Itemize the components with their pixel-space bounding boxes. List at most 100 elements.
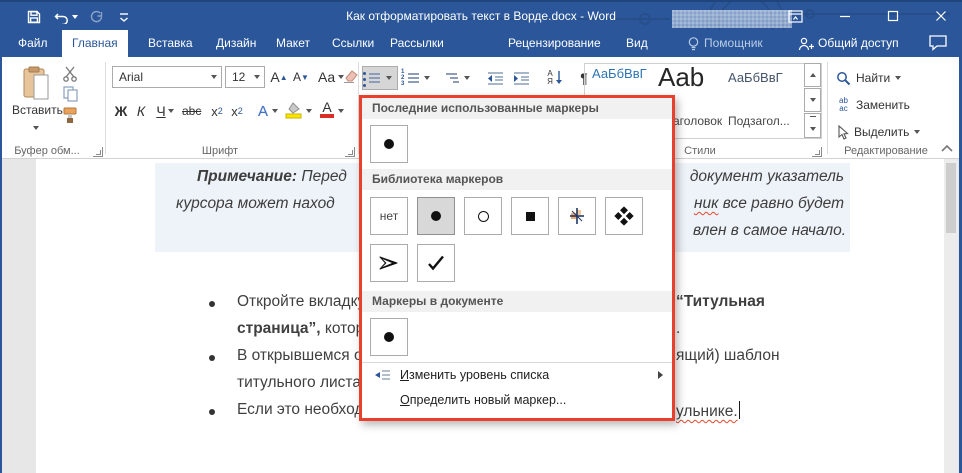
bullet-none[interactable]: нет — [370, 197, 408, 235]
italic-button[interactable]: К — [132, 100, 150, 122]
tab-assistant[interactable]: Помощник — [684, 30, 773, 57]
tab-view[interactable]: Вид — [616, 30, 658, 57]
chevron-down-icon — [254, 75, 260, 79]
tab-review[interactable]: Рецензирование — [498, 30, 611, 57]
highlight-arrow[interactable] — [306, 109, 312, 113]
comment-icon[interactable] — [928, 34, 948, 51]
increase-indent-button[interactable] — [510, 66, 532, 90]
document-bullet-filled-circle[interactable] — [370, 318, 408, 356]
list-item-1-left: Откройте вкладку — [237, 293, 366, 310]
styles-scroll-down[interactable] — [804, 88, 821, 112]
minimize-button[interactable] — [828, 2, 862, 30]
superscript-button[interactable]: х2 — [228, 100, 246, 122]
share-button[interactable]: Общий доступ — [796, 30, 909, 57]
list-bullet-1 — [209, 301, 215, 307]
multilevel-list-button[interactable] — [440, 66, 476, 90]
bold-button[interactable]: Ж — [112, 100, 130, 122]
bullets-button[interactable] — [362, 66, 398, 90]
arrowhead-bullet-icon — [379, 256, 398, 270]
tab-mailings[interactable]: Рассылки — [380, 30, 454, 57]
text-cursor — [738, 401, 741, 419]
bullet-list-icon — [362, 71, 380, 87]
collapse-ribbon-button[interactable] — [940, 143, 954, 153]
change-list-level-item[interactable]: Изменить уровень списка — [362, 363, 672, 388]
font-color-arrow[interactable] — [338, 109, 344, 113]
blurred-account-name — [672, 10, 792, 28]
font-dialog-launcher[interactable] — [345, 147, 355, 157]
customize-quick-access-icon[interactable] — [112, 7, 136, 27]
styles-dialog-launcher[interactable] — [812, 147, 822, 157]
tab-home[interactable]: Главная — [62, 30, 128, 57]
four-diamonds-bullet-icon — [614, 206, 634, 226]
define-new-bullet-item[interactable]: Определить новый маркер... — [362, 388, 672, 413]
recent-bullets-header: Последние использованные маркеры — [362, 98, 672, 119]
shrink-font-button[interactable]: А ▼ — [292, 66, 310, 88]
replace-button[interactable]: ab ac Заменить — [836, 93, 910, 117]
highlight-button[interactable] — [284, 101, 304, 119]
undo-button[interactable] — [50, 7, 82, 27]
find-arrow — [895, 76, 902, 80]
redo-button[interactable] — [84, 7, 108, 27]
title-bar: Как отформатировать текст в Ворде.docx -… — [0, 0, 962, 59]
font-size-combo[interactable]: 12 — [225, 66, 265, 88]
filled-circle-bullet-icon — [384, 139, 394, 149]
document-bullets-header: Маркеры в документе — [362, 291, 672, 312]
bullet-open-circle[interactable] — [464, 197, 502, 235]
select-button[interactable]: Выделить — [836, 120, 921, 144]
bullet-colored-clover[interactable] — [558, 197, 596, 235]
strikethrough-button[interactable]: abc — [182, 100, 201, 122]
multilevel-arrow — [464, 76, 470, 80]
colored-clover-bullet-icon — [570, 208, 584, 224]
bullet-square[interactable] — [511, 197, 549, 235]
replace-icon: ab ac — [839, 96, 848, 113]
grow-font-button[interactable]: А ▲ — [270, 66, 288, 88]
clipboard-dialog-launcher[interactable] — [93, 147, 103, 157]
ribbon-display-options-button[interactable] — [778, 2, 812, 30]
tab-references[interactable]: Ссылки — [322, 30, 384, 57]
bullets-arrow — [385, 76, 392, 80]
find-button[interactable]: Найти — [836, 66, 902, 90]
window-border-left — [0, 30, 2, 473]
text-effects-arrow[interactable] — [272, 109, 278, 113]
editing-group-label: Редактирование — [844, 145, 928, 157]
list-bullet-3 — [209, 409, 215, 415]
font-family-combo[interactable]: Arial — [112, 66, 222, 88]
bullet-checkmark[interactable] — [417, 244, 455, 282]
note-line-1-left: Примечание: Перед — [197, 168, 347, 185]
bullet-arrowhead[interactable] — [370, 244, 408, 282]
styles-more-button[interactable] — [804, 113, 821, 138]
tab-file[interactable]: Файл — [8, 30, 58, 57]
sort-button[interactable]: А Я — [542, 66, 568, 90]
bullet-four-diamonds[interactable] — [605, 197, 643, 235]
underline-options-arrow[interactable] — [168, 109, 174, 113]
decrease-indent-button[interactable] — [484, 66, 506, 90]
note-line-3-right: влен в самое начало. — [693, 222, 846, 239]
clear-formatting-button[interactable] — [342, 69, 358, 84]
maximize-button[interactable] — [876, 2, 910, 30]
tab-insert[interactable]: Вставка — [138, 30, 203, 57]
recent-bullet-filled-circle[interactable] — [370, 125, 408, 163]
list-item-1-cont-right: . — [676, 320, 681, 337]
save-button[interactable] — [22, 7, 46, 27]
numbering-button[interactable]: 1 2 3 — [401, 66, 436, 90]
tab-layout[interactable]: Макет — [266, 30, 320, 57]
copy-button[interactable] — [62, 86, 80, 102]
cut-button[interactable] — [62, 66, 80, 82]
subscript-button[interactable]: х2 — [208, 100, 226, 122]
tab-design[interactable]: Дизайн — [206, 30, 266, 57]
styles-scroll-up[interactable] — [804, 63, 821, 87]
close-button[interactable] — [924, 2, 958, 30]
list-item-2-left: В открывшемся ок — [237, 347, 370, 364]
change-case-button[interactable]: Aa — [318, 66, 345, 88]
bullet-filled-circle[interactable] — [417, 197, 455, 235]
style-cell-subtitle[interactable]: АаБбВвГ Подзагол... — [728, 66, 790, 134]
change-list-level-icon — [375, 370, 390, 380]
format-painter-button[interactable] — [62, 106, 80, 124]
bullet-library-dropdown: Последние использованные маркеры Библиот… — [359, 95, 675, 421]
numbered-list-icon: 1 2 3 — [401, 69, 419, 87]
scrollbar-thumb[interactable] — [946, 163, 956, 233]
text-effects-button[interactable]: А — [254, 100, 272, 122]
note-line-1-right: документ указатель — [689, 168, 844, 185]
paste-button[interactable]: Вставить — [12, 64, 63, 140]
font-color-button[interactable]: А — [318, 98, 336, 120]
